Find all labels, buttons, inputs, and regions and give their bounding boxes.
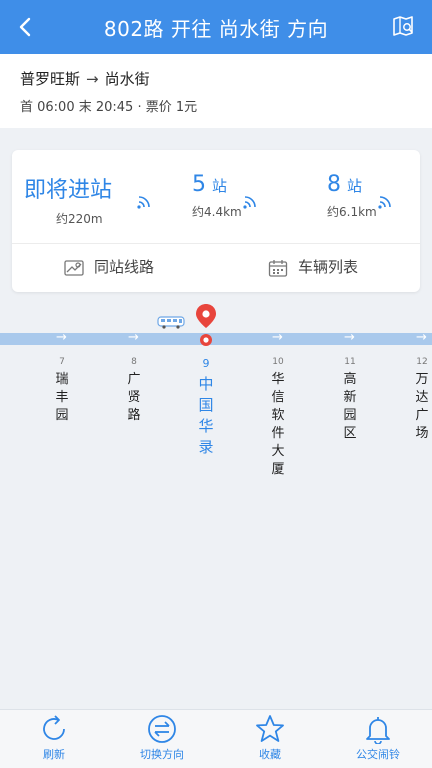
switch-direction-label: 切换方向 bbox=[140, 748, 184, 761]
arrival-distance: 约4.4km bbox=[192, 205, 242, 219]
refresh-icon bbox=[43, 715, 65, 740]
station-number: 11 bbox=[344, 357, 356, 367]
direction-arrow-icon: → bbox=[272, 330, 283, 345]
station-name: 高新园区 bbox=[343, 372, 357, 441]
calendar-icon bbox=[268, 259, 288, 277]
bell-icon bbox=[366, 717, 390, 744]
bus-alarm-button[interactable]: 公交闹铃 bbox=[338, 714, 418, 762]
switch-direction-button[interactable]: 切换方向 bbox=[122, 714, 202, 762]
arrival-distance: 约220m bbox=[56, 212, 103, 226]
arrival-status: 即将进站 bbox=[24, 178, 113, 203]
vehicle-list-button[interactable]: 车辆列表 bbox=[268, 256, 358, 277]
realtime-signal-icon bbox=[243, 196, 256, 209]
arrival-item-3[interactable]: 8站 约6.1km bbox=[327, 172, 391, 220]
realtime-signal-icon bbox=[137, 196, 150, 209]
route-endpoints: 普罗旺斯 → 尚水街 bbox=[20, 68, 150, 89]
favorite-label: 收藏 bbox=[259, 748, 281, 761]
route-schedule: 首 06:00 末 20:45 · 票价 1元 bbox=[20, 100, 198, 115]
star-icon bbox=[256, 715, 284, 742]
station-name: 广贤路 bbox=[127, 372, 141, 423]
station-number: 12 bbox=[416, 357, 428, 367]
station-number: 8 bbox=[131, 357, 137, 367]
route-end: 尚水街 bbox=[104, 70, 150, 88]
direction-arrow-icon: → bbox=[416, 330, 427, 345]
station-name: 华信软件大厦 bbox=[271, 372, 285, 477]
arrival-stop-unit: 站 bbox=[212, 177, 228, 195]
same-station-lines-label: 同站线路 bbox=[94, 258, 155, 276]
arrival-card: 即将进站 约220m 5站 约4.4km 8站 约6.1km 同站线路 车辆列表 bbox=[12, 150, 420, 292]
realtime-signal-icon bbox=[378, 196, 391, 209]
refresh-label: 刷新 bbox=[43, 748, 65, 761]
arrival-item-2[interactable]: 5站 约4.4km bbox=[192, 172, 256, 220]
vehicle-list-label: 车辆列表 bbox=[298, 258, 359, 276]
direction-arrow-icon: → bbox=[128, 330, 139, 345]
station-number: 10 bbox=[272, 357, 284, 367]
station-item[interactable]: 12 万达广场 bbox=[413, 357, 431, 443]
arrival-item-1[interactable]: 即将进站 约220m bbox=[24, 172, 150, 227]
arrival-stop-count: 8 bbox=[327, 172, 341, 197]
arrival-distance: 约6.1km bbox=[327, 205, 377, 219]
arrival-stop-unit: 站 bbox=[347, 177, 363, 195]
map-search-icon[interactable] bbox=[392, 15, 414, 37]
map-route-icon bbox=[64, 259, 84, 276]
route-info: 普罗旺斯 → 尚水街 首 06:00 末 20:45 · 票价 1元 bbox=[0, 54, 432, 128]
card-divider bbox=[12, 243, 420, 244]
page-title: 802路 开往 尚水街 方向 bbox=[103, 17, 329, 41]
favorite-button[interactable]: 收藏 bbox=[230, 714, 310, 762]
route-start: 普罗旺斯 bbox=[20, 70, 81, 88]
app-header: 802路 开往 尚水街 方向 bbox=[0, 0, 432, 54]
arrival-stop-count: 5 bbox=[192, 172, 206, 197]
station-item[interactable]: 11 高新园区 bbox=[341, 357, 359, 443]
station-number: 7 bbox=[59, 357, 65, 367]
switch-direction-icon bbox=[148, 715, 176, 743]
route-arrow: → bbox=[86, 70, 99, 88]
station-item[interactable]: 10 华信软件大厦 bbox=[269, 357, 287, 479]
station-name: 中国华录 bbox=[198, 375, 214, 456]
direction-arrow-icon: → bbox=[56, 330, 67, 345]
bus-icon[interactable] bbox=[157, 315, 185, 329]
station-item[interactable]: 7 瑞丰园 bbox=[53, 357, 71, 425]
bottom-toolbar: 刷新 切换方向 收藏 公交闹铃 bbox=[0, 709, 432, 768]
bus-alarm-label: 公交闹铃 bbox=[356, 748, 400, 761]
same-station-lines-button[interactable]: 同站线路 bbox=[64, 256, 154, 277]
station-item[interactable]: 8 广贤路 bbox=[125, 357, 143, 425]
station-number: 9 bbox=[202, 357, 210, 370]
direction-arrow-icon: → bbox=[344, 330, 355, 345]
refresh-button[interactable]: 刷新 bbox=[14, 714, 94, 762]
current-station-pin-icon bbox=[196, 304, 216, 346]
station-item-current[interactable]: 9 中国华录 bbox=[197, 357, 215, 458]
station-name: 万达广场 bbox=[415, 372, 429, 441]
station-name: 瑞丰园 bbox=[55, 372, 69, 423]
